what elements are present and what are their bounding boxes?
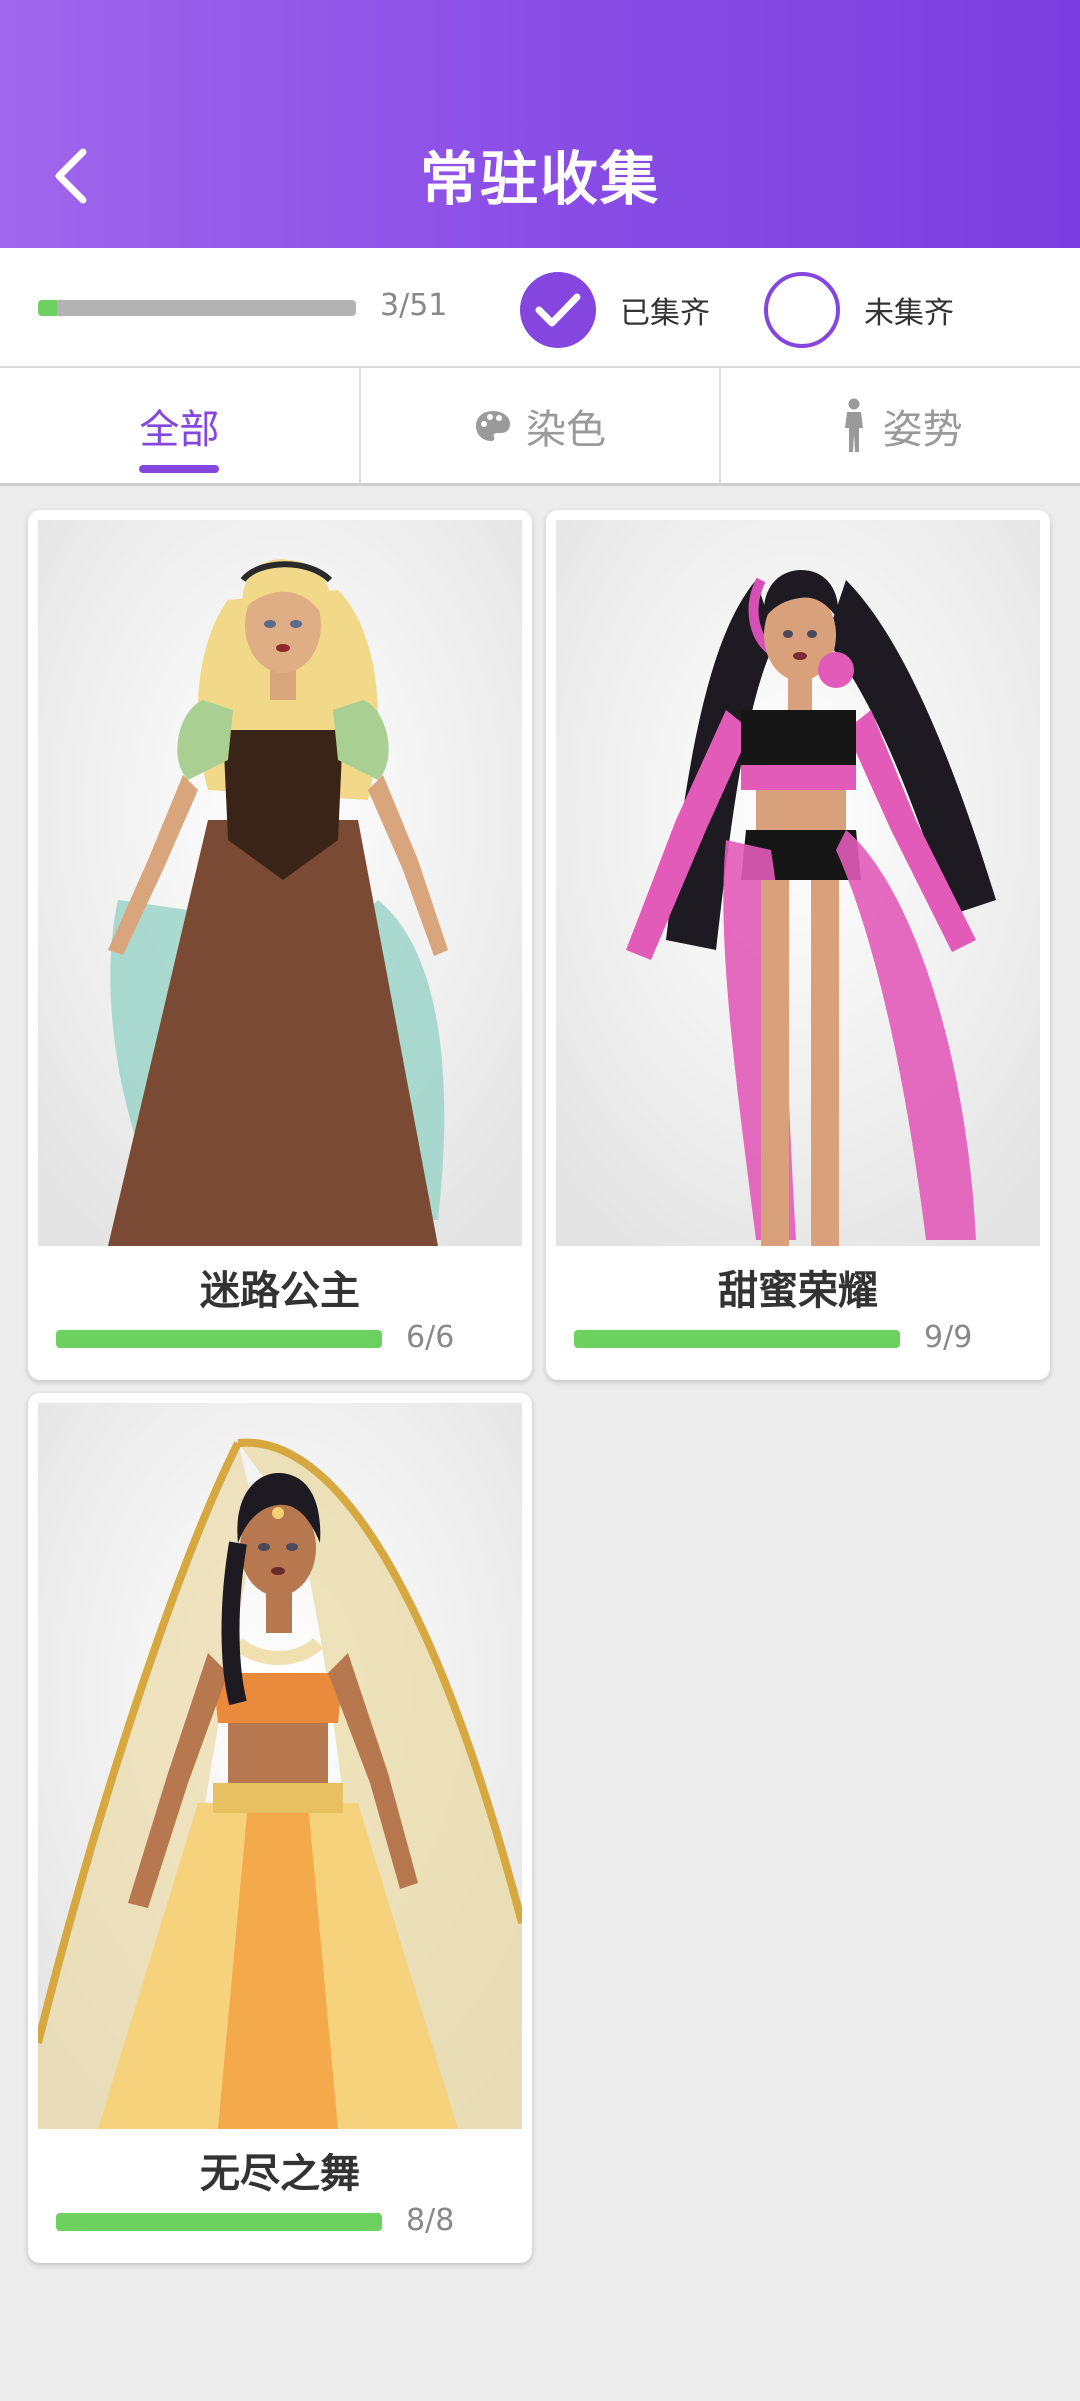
filter-collected-label: 已集齐 (620, 296, 710, 331)
outfit-progress-fill (56, 2213, 382, 2231)
overall-progress-text: 3/51 (380, 288, 448, 323)
outfit-illustration (556, 520, 1040, 1246)
filter-collected[interactable]: 已集齐 (520, 272, 710, 348)
outfit-card[interactable]: 迷路公主 6/6 (28, 510, 532, 1380)
overall-progress-fill (38, 300, 57, 316)
outfit-progress-count: 8/8 (406, 2203, 455, 2238)
outfit-progress-bar (56, 2213, 382, 2231)
person-pose-icon (839, 398, 869, 454)
outfit-progress-bar (56, 1330, 382, 1348)
overall-progress-bar (38, 300, 356, 316)
outfit-progress-fill (574, 1330, 900, 1348)
outfit-card[interactable]: 无尽之舞 8/8 (28, 1393, 532, 2263)
check-circle-icon (520, 272, 596, 348)
tab-dye[interactable]: 染色 (358, 368, 720, 483)
outfit-name: 甜蜜荣耀 (718, 1268, 878, 1314)
tab-all[interactable]: 全部 (0, 368, 359, 483)
empty-circle-icon (764, 272, 840, 348)
active-tab-indicator (139, 465, 220, 473)
outfit-progress-fill (56, 1330, 382, 1348)
page-title: 常驻收集 (419, 145, 660, 213)
outfit-progress-bar (574, 1330, 900, 1348)
outfit-card[interactable]: 甜蜜荣耀 9/9 (546, 510, 1050, 1380)
outfit-name: 无尽之舞 (200, 2151, 360, 2197)
collection-summary-bar: 3/51 已集齐 未集齐 (0, 248, 1080, 368)
filter-uncollected-label: 未集齐 (864, 296, 954, 331)
outfit-illustration (38, 520, 522, 1246)
tab-dye-label: 染色 (526, 406, 606, 453)
tab-pose[interactable]: 姿势 (719, 368, 1080, 483)
outfit-progress-count: 9/9 (924, 1320, 973, 1355)
tab-pose-label: 姿势 (882, 406, 963, 453)
palette-icon (474, 409, 512, 443)
tab-all-label: 全部 (139, 406, 220, 453)
header-bar: 常驻收集 (0, 0, 1080, 248)
outfit-illustration (38, 1403, 522, 2129)
outfit-progress-count: 6/6 (406, 1320, 455, 1355)
filter-uncollected[interactable]: 未集齐 (764, 272, 954, 348)
category-tabs: 全部 染色 姿势 (0, 368, 1080, 486)
outfit-name: 迷路公主 (200, 1268, 360, 1314)
